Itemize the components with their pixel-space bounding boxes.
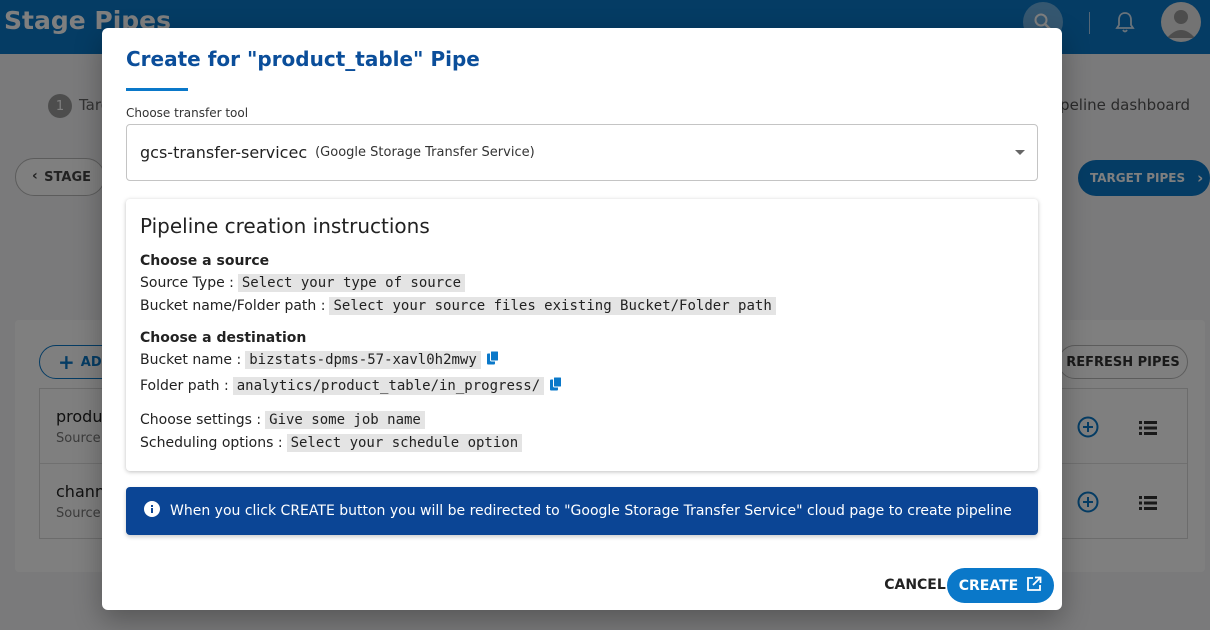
scheduling-line: Scheduling options : Select your schedul… bbox=[140, 434, 523, 452]
scheduling-value: Select your schedule option bbox=[286, 434, 523, 452]
source-type-line: Source Type : Select your type of source bbox=[140, 274, 466, 292]
cancel-button[interactable]: CANCEL bbox=[872, 572, 958, 598]
destination-heading: Choose a destination bbox=[140, 330, 307, 346]
settings-line: Choose settings : Give some job name bbox=[140, 411, 425, 429]
bucket-name-line: Bucket name : bizstats-dpms-57-xavl0h2mw… bbox=[140, 350, 499, 369]
info-text: When you click CREATE button you will be… bbox=[170, 503, 1012, 519]
folder-path-value: analytics/product_table/in_progress/ bbox=[232, 377, 545, 395]
info-banner: When you click CREATE button you will be… bbox=[126, 487, 1038, 535]
bucket-folder-value: Select your source files existing Bucket… bbox=[329, 297, 776, 315]
bucket-folder-label: Bucket name/Folder path : bbox=[140, 298, 326, 314]
copy-icon[interactable] bbox=[486, 350, 499, 369]
create-button-label: CREATE bbox=[958, 577, 1019, 594]
create-button[interactable]: CREATE bbox=[947, 568, 1054, 603]
transfer-tool-description: (Google Storage Transfer Service) bbox=[315, 145, 535, 160]
source-heading: Choose a source bbox=[140, 253, 270, 269]
bucket-name-value: bizstats-dpms-57-xavl0h2mwy bbox=[245, 351, 481, 369]
title-underline bbox=[126, 88, 188, 91]
instructions-title: Pipeline creation instructions bbox=[140, 214, 430, 238]
source-type-label: Source Type : bbox=[140, 275, 234, 291]
instructions-card: Pipeline creation instructions Choose a … bbox=[126, 199, 1038, 471]
info-icon bbox=[144, 501, 160, 521]
copy-icon[interactable] bbox=[550, 376, 563, 395]
transfer-tool-select[interactable]: gcs-transfer-servicec (Google Storage Tr… bbox=[126, 124, 1038, 181]
settings-label: Choose settings : bbox=[140, 412, 262, 428]
transfer-tool-value: gcs-transfer-servicec bbox=[140, 143, 308, 162]
folder-path-label: Folder path : bbox=[140, 378, 229, 394]
create-pipe-dialog: Create for "product_table" Pipe Choose t… bbox=[102, 28, 1062, 610]
dialog-title: Create for "product_table" Pipe bbox=[126, 47, 480, 71]
open-external-icon bbox=[1026, 576, 1042, 596]
bucket-folder-line: Bucket name/Folder path : Select your so… bbox=[140, 297, 776, 315]
source-type-value: Select your type of source bbox=[237, 274, 466, 292]
dropdown-arrow-icon bbox=[1015, 150, 1025, 155]
bucket-name-label: Bucket name : bbox=[140, 352, 242, 368]
folder-path-line: Folder path : analytics/product_table/in… bbox=[140, 376, 563, 395]
scheduling-label: Scheduling options : bbox=[140, 435, 283, 451]
settings-value: Give some job name bbox=[265, 411, 425, 429]
transfer-tool-label: Choose transfer tool bbox=[126, 106, 249, 120]
